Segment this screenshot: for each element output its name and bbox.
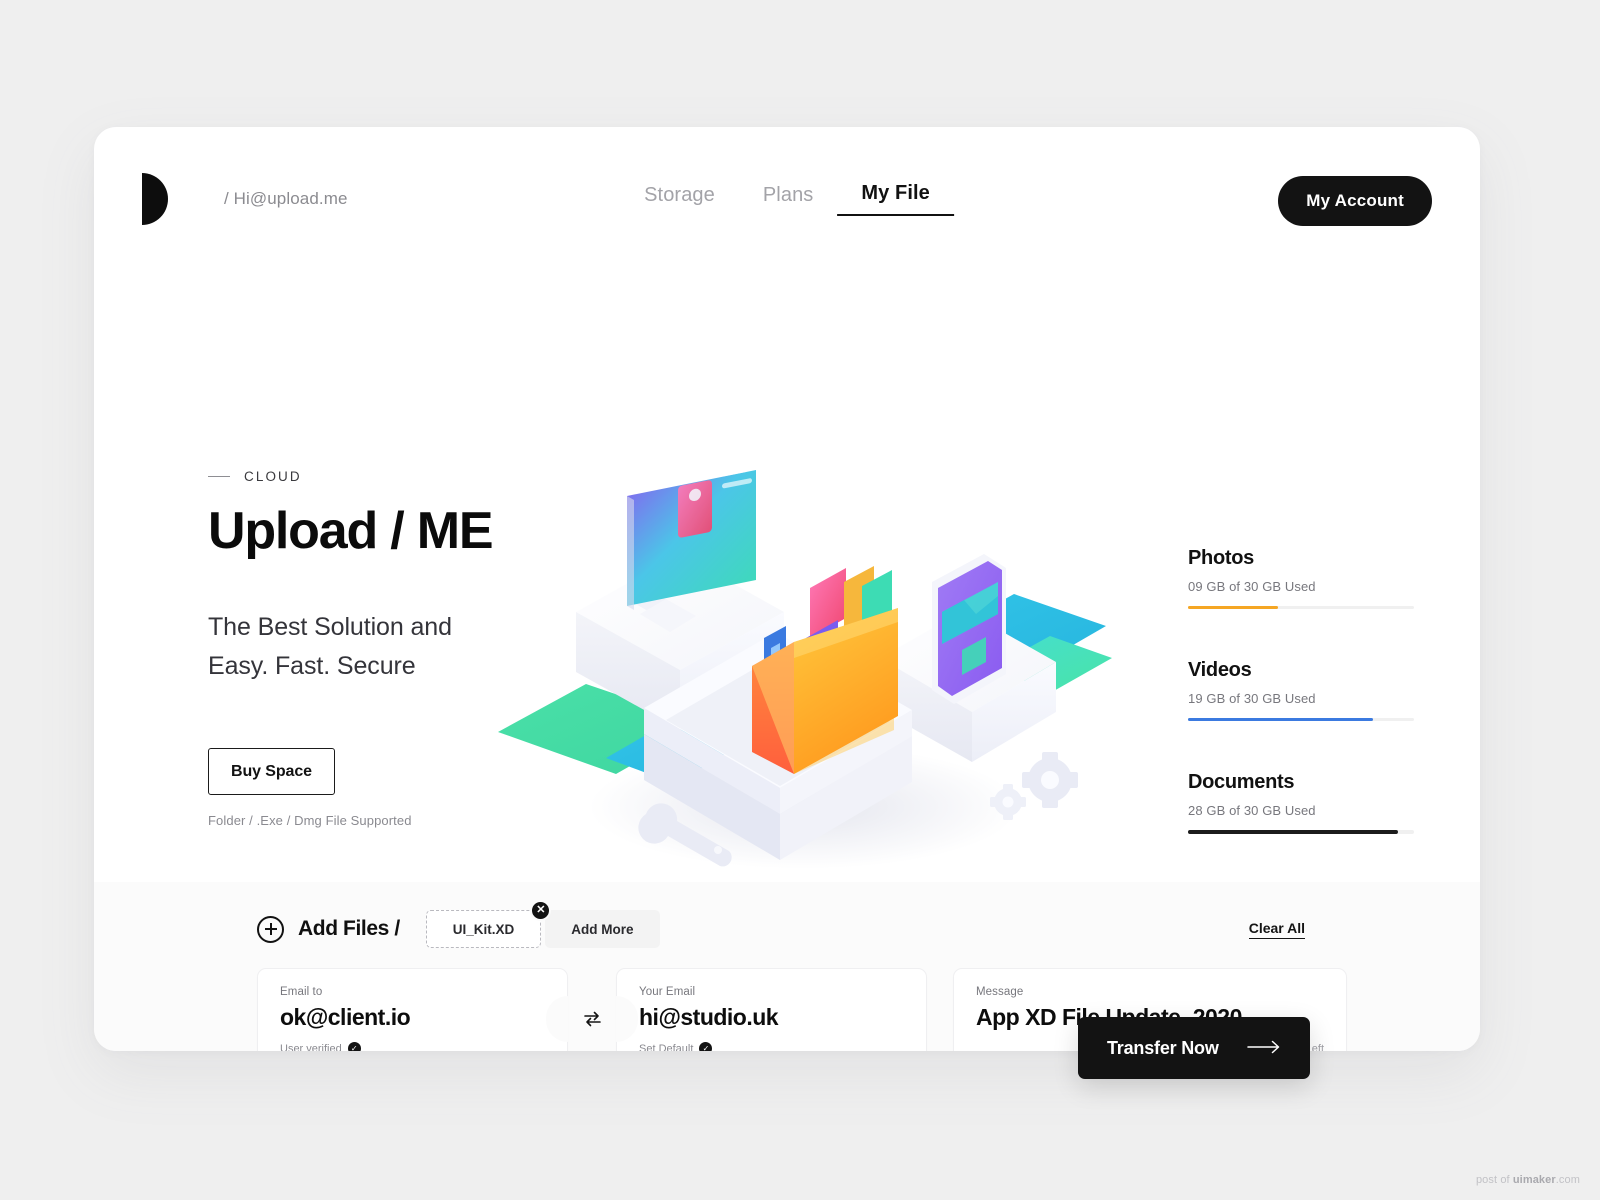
dash-icon bbox=[208, 475, 230, 478]
app-header: / Hi@upload.me Storage Plans My File My … bbox=[94, 127, 1480, 277]
watermark-prefix: post of bbox=[1475, 1174, 1513, 1186]
your-email-label: Your Email bbox=[639, 986, 696, 998]
check-badge-icon: ✓ bbox=[699, 1042, 713, 1051]
file-chip-group: UI_Kit.XD ✕ Add More bbox=[425, 900, 660, 948]
hero-subtitle: The Best Solution and Easy. Fast. Secure bbox=[208, 608, 452, 686]
swap-arrows-icon[interactable] bbox=[574, 1000, 610, 1037]
isometric-cloud-upload-illustration: Eqm bbox=[494, 428, 1114, 882]
storage-stats-panel: Photos 09 GB of 30 GB Used Videos 19 GB … bbox=[1188, 547, 1414, 834]
plus-circle-icon[interactable] bbox=[257, 915, 284, 943]
half-circle-logo-icon bbox=[142, 173, 168, 225]
storage-progress-fill bbox=[1188, 830, 1399, 834]
hero-subtitle-line-1: The Best Solution and bbox=[208, 613, 452, 641]
watermark-suffix: .com bbox=[1555, 1174, 1580, 1186]
add-more-button[interactable]: Add More bbox=[545, 910, 660, 948]
brand-text: / Hi@upload.me bbox=[224, 189, 348, 208]
supported-formats-note: Folder / .Exe / Dmg File Supported bbox=[208, 813, 412, 828]
card-notch bbox=[616, 995, 638, 1042]
watermark: post of uimaker.com bbox=[1476, 1174, 1580, 1186]
check-badge-icon: ✓ bbox=[347, 1042, 361, 1051]
nav-item-storage[interactable]: Storage bbox=[620, 184, 739, 216]
your-email-status-label: Set Default bbox=[639, 1042, 694, 1052]
nav-item-my-file[interactable]: My File bbox=[837, 182, 954, 216]
storage-progress-fill bbox=[1188, 606, 1279, 609]
my-account-button[interactable]: My Account bbox=[1278, 176, 1432, 226]
card-notch bbox=[546, 995, 568, 1042]
swap-gap bbox=[568, 968, 616, 1051]
page-title: Upload / ME bbox=[208, 502, 494, 560]
your-email-card[interactable]: Your Email hi@studio.uk Set Default ✓ bbox=[616, 968, 927, 1051]
brand[interactable]: / Hi@upload.me bbox=[142, 173, 348, 225]
file-chip-label: UI_Kit.XD bbox=[452, 921, 515, 937]
storage-progress-track bbox=[1188, 830, 1414, 834]
page-root: / Hi@upload.me Storage Plans My File My … bbox=[0, 0, 1600, 1200]
storage-progress-track bbox=[1188, 606, 1414, 609]
clear-all-link[interactable]: Clear All bbox=[1248, 920, 1305, 939]
email-to-label: Email to bbox=[280, 986, 323, 998]
email-to-status: User verified ✓ bbox=[280, 1042, 361, 1051]
your-email-status[interactable]: Set Default ✓ bbox=[639, 1042, 713, 1052]
email-to-input[interactable]: ok@client.io bbox=[280, 1004, 545, 1031]
watermark-brand: uimaker bbox=[1512, 1174, 1556, 1186]
app-card: / Hi@upload.me Storage Plans My File My … bbox=[94, 127, 1480, 1051]
storage-stat-title: Photos bbox=[1188, 547, 1254, 569]
storage-stat-title: Videos bbox=[1188, 659, 1252, 681]
storage-stat-usage: 09 GB of 30 GB Used bbox=[1188, 579, 1316, 594]
hero-eyebrow: CLOUD bbox=[208, 469, 302, 484]
storage-stat-usage: 19 GB of 30 GB Used bbox=[1188, 691, 1316, 706]
storage-stat-photos: Photos 09 GB of 30 GB Used bbox=[1188, 547, 1414, 609]
hero-eyebrow-label: CLOUD bbox=[244, 469, 302, 484]
file-chip[interactable]: UI_Kit.XD ✕ bbox=[425, 900, 552, 948]
add-files-label: Add Files / bbox=[298, 917, 400, 940]
main-nav: Storage Plans My File bbox=[620, 182, 954, 216]
arrow-right-icon bbox=[1247, 1040, 1281, 1057]
hero-subtitle-line-2: Easy. Fast. Secure bbox=[208, 651, 416, 680]
nav-item-plans[interactable]: Plans bbox=[739, 184, 838, 216]
storage-stat-usage: 28 GB of 30 GB Used bbox=[1188, 803, 1316, 818]
email-to-status-label: User verified bbox=[280, 1042, 342, 1052]
transfer-now-button[interactable]: Transfer Now bbox=[1078, 1017, 1310, 1079]
storage-stat-videos: Videos 19 GB of 30 GB Used bbox=[1188, 659, 1414, 721]
storage-stat-documents: Documents 28 GB of 30 GB Used bbox=[1188, 771, 1414, 834]
message-label: Message bbox=[976, 986, 1024, 998]
buy-space-button[interactable]: Buy Space bbox=[208, 748, 335, 795]
storage-progress-fill bbox=[1188, 718, 1374, 721]
your-email-input[interactable]: hi@studio.uk bbox=[639, 1004, 904, 1031]
transfer-now-label: Transfer Now bbox=[1107, 1037, 1219, 1058]
email-to-card[interactable]: Email to ok@client.io User verified ✓ bbox=[257, 968, 568, 1051]
add-files-row: Add Files / UI_Kit.XD ✕ Add More bbox=[257, 900, 660, 948]
hero-section: CLOUD Upload / ME The Best Solution and … bbox=[94, 277, 1480, 882]
storage-progress-track bbox=[1188, 718, 1414, 721]
storage-stat-title: Documents bbox=[1188, 771, 1295, 793]
